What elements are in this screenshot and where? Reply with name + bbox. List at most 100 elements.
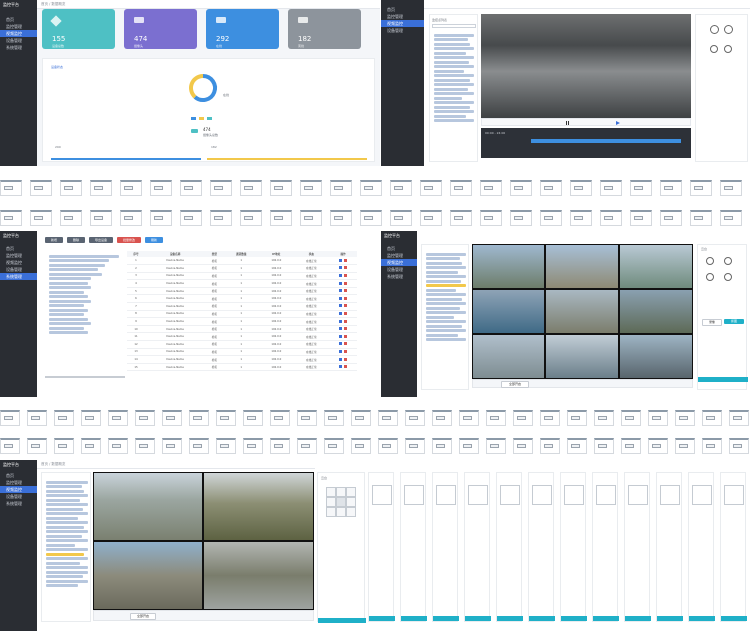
horizontal-scrollbar[interactable] [45, 376, 125, 378]
thumb[interactable] [351, 410, 371, 426]
add-button[interactable]: 新增 [45, 237, 63, 243]
ptz-panel-repeat[interactable] [368, 472, 395, 622]
camera-tile[interactable] [619, 289, 693, 334]
edit-icon[interactable] [339, 266, 343, 270]
thumb[interactable] [210, 210, 232, 226]
thumb[interactable] [648, 410, 668, 426]
thumb[interactable] [390, 210, 412, 226]
ptz-panel-repeat[interactable] [688, 472, 715, 622]
thumb[interactable] [108, 410, 128, 426]
delete-icon[interactable] [344, 258, 348, 262]
sidebar-item-home[interactable]: 首页 [381, 6, 424, 13]
thumb[interactable] [27, 410, 47, 426]
thumb[interactable] [297, 438, 317, 454]
ptz-panel-repeat[interactable] [560, 472, 587, 622]
thumb[interactable] [81, 410, 101, 426]
delete-icon[interactable] [344, 349, 348, 353]
delete-icon[interactable] [344, 319, 348, 323]
play-icon[interactable] [616, 121, 620, 125]
table-row[interactable]: 7 Device-Name 枪机 1 192.0.0 在线正常 [127, 303, 357, 311]
edit-icon[interactable] [339, 334, 343, 338]
thumb[interactable] [0, 210, 22, 226]
sidebar-item-device[interactable]: 设备管理 [381, 27, 424, 34]
thumb[interactable] [570, 210, 592, 226]
delete-icon[interactable] [344, 281, 348, 285]
ptz-panel-repeat[interactable] [432, 472, 459, 622]
thumb[interactable] [702, 410, 722, 426]
ptz-panel-repeat[interactable] [464, 472, 491, 622]
sidebar-item-system[interactable]: 系统管理 [0, 273, 37, 280]
delete-icon[interactable] [344, 273, 348, 277]
export-button[interactable]: 导出设备 [89, 237, 113, 243]
thumb[interactable] [729, 410, 749, 426]
timeline-bar[interactable] [531, 139, 681, 143]
sidebar-item-home[interactable]: 首页 [0, 245, 37, 252]
row-actions[interactable] [329, 272, 357, 280]
ptz-circle-icon[interactable] [710, 25, 719, 34]
thumb[interactable] [594, 438, 614, 454]
edit-icon[interactable] [339, 296, 343, 300]
sidebar-item-home[interactable]: 首页 [381, 245, 417, 252]
table-row[interactable]: 10 Device-Name 枪机 1 192.0.0 在线正常 [127, 325, 357, 333]
thumb[interactable] [216, 410, 236, 426]
thumb[interactable] [675, 438, 695, 454]
thumb[interactable] [513, 438, 533, 454]
stat-card-cameras[interactable]: 474 摄像头 [124, 9, 197, 49]
thumb[interactable] [240, 180, 262, 196]
row-actions[interactable] [329, 356, 357, 364]
delete-icon[interactable] [344, 334, 348, 338]
batch-edit-button[interactable]: 批量修改 [117, 237, 141, 243]
delete-icon[interactable] [344, 342, 348, 346]
thumb[interactable] [405, 410, 425, 426]
table-row[interactable]: 11 Device-Name 枪机 1 192.0.0 在线正常 [127, 333, 357, 341]
thumb[interactable] [270, 410, 290, 426]
stat-card-total[interactable]: 155 设备总数 [42, 9, 115, 49]
table-row[interactable]: 5 Device-Name 枪机 1 192.0.0 在线正常 [127, 287, 357, 295]
thumb[interactable] [150, 210, 172, 226]
camera-tile[interactable] [203, 472, 314, 541]
sidebar-item-system[interactable]: 系统管理 [381, 273, 417, 280]
thumb[interactable] [243, 438, 263, 454]
sidebar-item-system[interactable]: 系统管理 [0, 500, 37, 507]
thumb[interactable] [189, 438, 209, 454]
sidebar-item-system[interactable]: 系统管理 [0, 44, 37, 51]
sidebar-item-video[interactable]: 视频监控 [381, 259, 417, 266]
ptz-panel-repeat[interactable] [496, 472, 523, 622]
camera-tile[interactable] [545, 334, 619, 379]
playback-controls[interactable] [481, 118, 691, 126]
open-all-button[interactable]: 全部开启 [501, 381, 529, 388]
table-row[interactable]: 14 Device-Name 枪机 1 192.0.0 在线正常 [127, 356, 357, 364]
thumb[interactable] [540, 410, 560, 426]
edit-icon[interactable] [339, 281, 343, 285]
thumb[interactable] [351, 438, 371, 454]
ptz-panel-repeat[interactable] [720, 472, 747, 622]
thumb[interactable] [720, 210, 742, 226]
sidebar-item-device[interactable]: 设备管理 [381, 266, 417, 273]
ptz-circle-icon[interactable] [724, 25, 733, 34]
camera-tile[interactable] [545, 289, 619, 334]
thumb[interactable] [621, 438, 641, 454]
edit-icon[interactable] [339, 258, 343, 262]
pause-icon[interactable] [566, 121, 569, 125]
thumb[interactable] [120, 180, 142, 196]
thumb[interactable] [90, 210, 112, 226]
ptz-panel-repeat[interactable] [400, 472, 427, 622]
thumb[interactable] [378, 410, 398, 426]
row-actions[interactable] [329, 363, 357, 371]
thumb[interactable] [243, 410, 263, 426]
thumb[interactable] [135, 438, 155, 454]
row-actions[interactable] [329, 341, 357, 349]
row-actions[interactable] [329, 265, 357, 273]
table-row[interactable]: 15 Device-Name 枪机 1 192.0.0 在线正常 [127, 363, 357, 371]
ptz-direction-pad[interactable] [326, 487, 356, 517]
thumb[interactable] [510, 210, 532, 226]
thumb[interactable] [675, 410, 695, 426]
row-actions[interactable] [329, 333, 357, 341]
thumb[interactable] [390, 180, 412, 196]
stat-card-online[interactable]: 292 在线 [206, 9, 279, 49]
row-actions[interactable] [329, 280, 357, 288]
thumb[interactable] [540, 438, 560, 454]
thumb[interactable] [600, 180, 622, 196]
camera-tree[interactable] [46, 479, 88, 589]
thumb[interactable] [570, 180, 592, 196]
